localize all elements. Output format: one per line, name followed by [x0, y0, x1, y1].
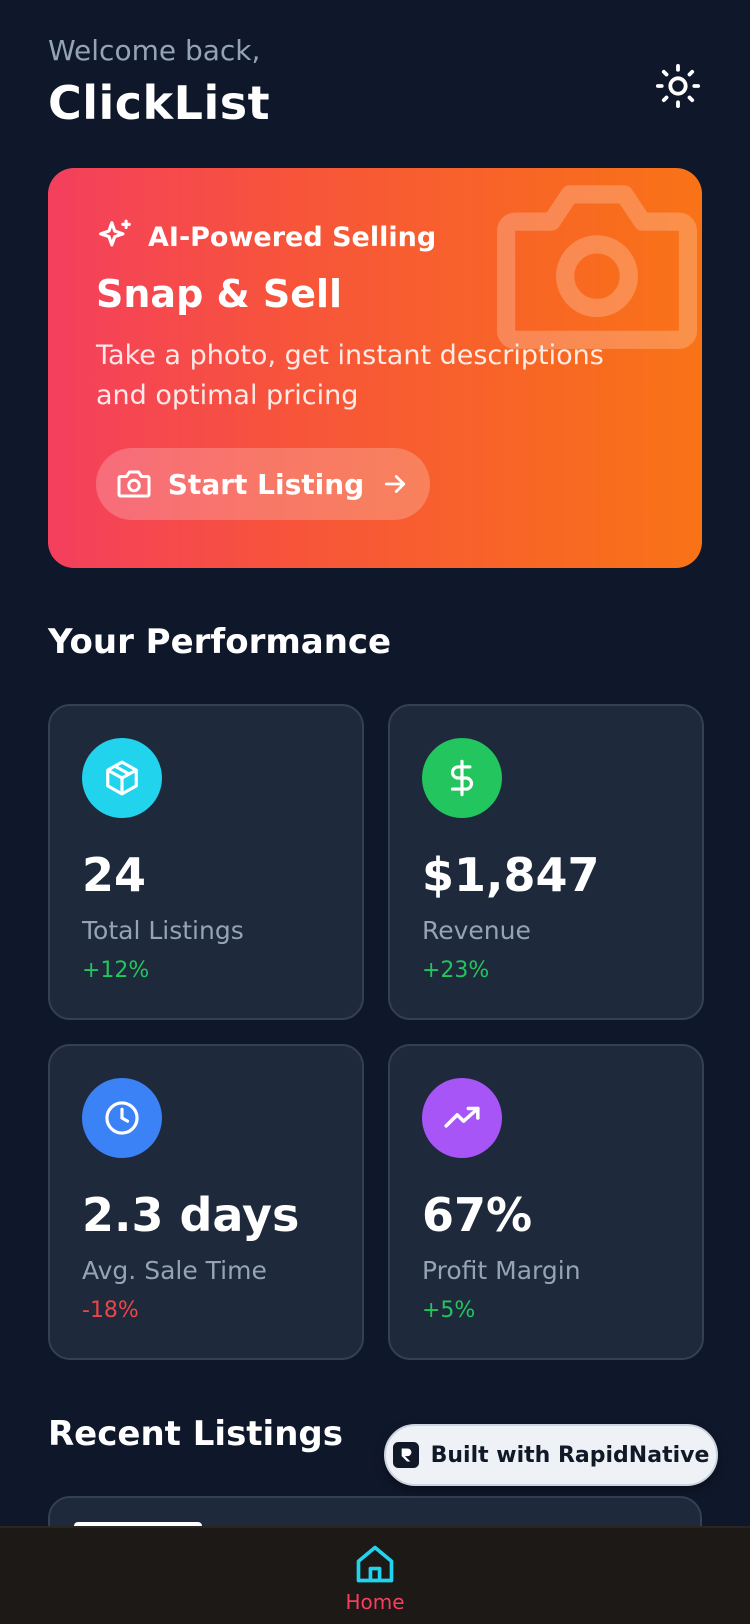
stat-change: +23% — [422, 958, 490, 983]
nav-tab-home-label: Home — [345, 1590, 405, 1614]
welcome-text: Welcome back, — [48, 34, 261, 67]
nav-tab-home[interactable]: Home — [335, 1542, 415, 1624]
stat-label: Avg. Sale Time — [82, 1256, 267, 1285]
recent-listings-title: Recent Listings — [48, 1414, 343, 1454]
start-listing-label: Start Listing — [167, 467, 365, 501]
stat-change: +12% — [82, 958, 150, 983]
ai-badge: AI-Powered Selling — [96, 218, 436, 256]
bottom-navigation: Home — [0, 1526, 750, 1624]
built-with-badge[interactable]: Built with RapidNative — [384, 1424, 718, 1486]
start-listing-button[interactable]: Start Listing — [96, 448, 430, 520]
stat-value: $1,847 — [422, 848, 600, 902]
arrow-right-icon — [385, 475, 406, 493]
home-icon — [356, 1545, 394, 1583]
camera-background-icon — [497, 185, 698, 349]
stat-label: Profit Margin — [422, 1256, 581, 1285]
snap-sell-card: AI-Powered Selling Snap & Sell Take a ph… — [48, 168, 702, 568]
clock-icon — [82, 1078, 162, 1158]
home-screen: Welcome back, ClickList AI-Powered Selli… — [0, 0, 750, 1624]
sparkles-icon — [99, 219, 131, 247]
stat-change: +5% — [422, 1298, 476, 1323]
stat-label: Total Listings — [82, 916, 244, 945]
camera-icon — [117, 470, 151, 498]
built-with-label: Built with RapidNative — [430, 1442, 710, 1468]
sun-icon — [655, 63, 701, 109]
stat-change: -18% — [82, 1298, 139, 1323]
stat-value: 67% — [422, 1188, 533, 1242]
stat-card-profit-margin[interactable]: 67% Profit Margin +5% — [388, 1044, 704, 1360]
stat-value: 24 — [82, 848, 147, 902]
hero-description: Take a photo, get instant descriptions a… — [96, 340, 604, 411]
stat-label: Revenue — [422, 916, 531, 945]
stat-value: 2.3 days — [82, 1188, 300, 1242]
stat-card-avg-sale-time[interactable]: 2.3 days Avg. Sale Time -18% — [48, 1044, 364, 1360]
rapidnative-logo-icon — [392, 1442, 419, 1468]
app-title: ClickList — [48, 76, 271, 130]
ai-badge-label: AI-Powered Selling — [148, 221, 437, 253]
package-icon — [82, 738, 162, 818]
stat-card-total-listings[interactable]: 24 Total Listings +12% — [48, 704, 364, 1020]
trending-up-icon — [422, 1078, 502, 1158]
hero-title: Snap & Sell — [96, 272, 343, 316]
dollar-icon — [422, 738, 502, 818]
theme-toggle-button[interactable] — [650, 58, 706, 114]
stat-card-revenue[interactable]: $1,847 Revenue +23% — [388, 704, 704, 1020]
performance-title: Your Performance — [48, 622, 392, 662]
